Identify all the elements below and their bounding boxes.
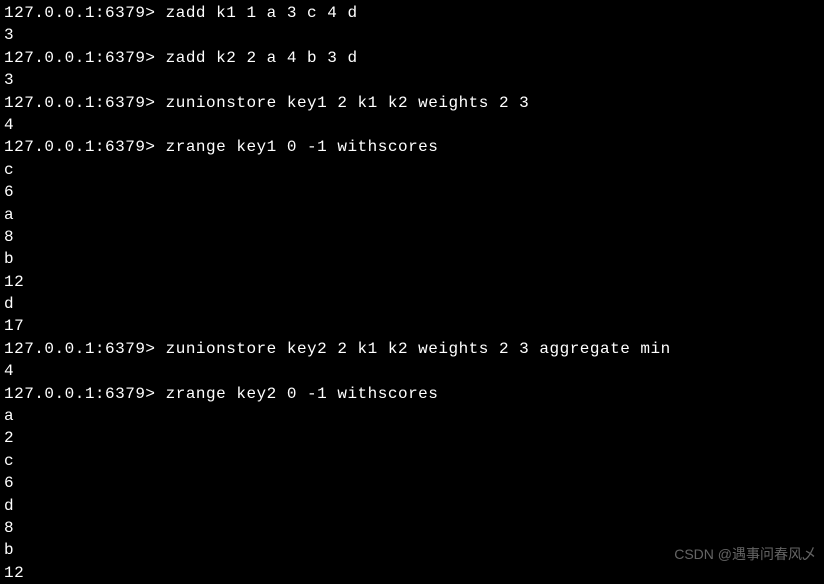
terminal-command-line: 127.0.0.1:6379> zunionstore key2 2 k1 k2… (4, 338, 820, 360)
terminal-output-line: 12 (4, 271, 820, 293)
terminal-output-line: 2 (4, 427, 820, 449)
terminal-command-line: 127.0.0.1:6379> zadd k1 1 a 3 c 4 d (4, 2, 820, 24)
terminal-command: zrange key1 0 -1 withscores (166, 138, 439, 156)
terminal-output-line: 6 (4, 472, 820, 494)
terminal-output-line: 12 (4, 562, 820, 584)
terminal-output-line: 6 (4, 181, 820, 203)
terminal-output-line: b (4, 248, 820, 270)
terminal-output-line: 3 (4, 69, 820, 91)
terminal-command: zadd k1 1 a 3 c 4 d (166, 4, 358, 22)
terminal-prompt: 127.0.0.1:6379> (4, 385, 166, 403)
watermark-text: CSDN @遇事问春风乄 (674, 545, 816, 565)
terminal-prompt: 127.0.0.1:6379> (4, 94, 166, 112)
terminal-output-line: d (4, 495, 820, 517)
terminal-output-line: 17 (4, 315, 820, 337)
terminal-command: zadd k2 2 a 4 b 3 d (166, 49, 358, 67)
terminal-command: zunionstore key2 2 k1 k2 weights 2 3 agg… (166, 340, 671, 358)
terminal-output-line: a (4, 204, 820, 226)
terminal-output[interactable]: 127.0.0.1:6379> zadd k1 1 a 3 c 4 d3127.… (4, 2, 820, 584)
terminal-prompt: 127.0.0.1:6379> (4, 49, 166, 67)
terminal-prompt: 127.0.0.1:6379> (4, 138, 166, 156)
terminal-command-line: 127.0.0.1:6379> zunionstore key1 2 k1 k2… (4, 92, 820, 114)
terminal-output-line: 8 (4, 226, 820, 248)
terminal-output-line: 3 (4, 24, 820, 46)
terminal-output-line: 8 (4, 517, 820, 539)
terminal-command: zrange key2 0 -1 withscores (166, 385, 439, 403)
terminal-output-line: a (4, 405, 820, 427)
terminal-output-line: d (4, 293, 820, 315)
terminal-output-line: 4 (4, 114, 820, 136)
terminal-command: zunionstore key1 2 k1 k2 weights 2 3 (166, 94, 530, 112)
terminal-prompt: 127.0.0.1:6379> (4, 4, 166, 22)
terminal-prompt: 127.0.0.1:6379> (4, 340, 166, 358)
terminal-output-line: c (4, 159, 820, 181)
terminal-command-line: 127.0.0.1:6379> zrange key1 0 -1 withsco… (4, 136, 820, 158)
terminal-output-line: c (4, 450, 820, 472)
terminal-output-line: 4 (4, 360, 820, 382)
terminal-command-line: 127.0.0.1:6379> zadd k2 2 a 4 b 3 d (4, 47, 820, 69)
terminal-command-line: 127.0.0.1:6379> zrange key2 0 -1 withsco… (4, 383, 820, 405)
